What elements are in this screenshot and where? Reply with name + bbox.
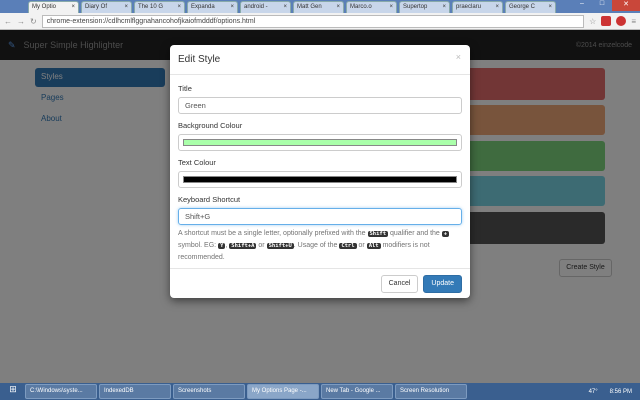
browser-tab[interactable]: Supertop ×: [399, 1, 450, 13]
background-colour-label: Background Colour: [178, 121, 243, 130]
cancel-button[interactable]: Cancel: [380, 274, 419, 293]
close-icon[interactable]: ×: [283, 4, 287, 11]
background-colour-input[interactable]: [178, 134, 462, 151]
close-window-icon[interactable]: ✕: [612, 0, 640, 11]
keyboard-shortcut-label: Keyboard Shortcut: [178, 195, 241, 204]
tab-label: Supertop: [403, 4, 428, 10]
address-bar-row: ← → ↻ chrome-extension://cdlhcmlflggnahanc…: [0, 13, 640, 30]
tab-label: Diary Of: [85, 4, 108, 10]
taskbar-item[interactable]: My Options Page -...: [247, 384, 319, 399]
extension-icon[interactable]: [601, 16, 612, 26]
taskbar-item[interactable]: Screenshots: [173, 384, 245, 399]
title-label: Title: [178, 84, 192, 93]
tab-label: praeclaru: [456, 4, 482, 10]
browser-tab[interactable]: praeclaru ×: [452, 1, 503, 13]
reload-icon[interactable]: ↻: [30, 17, 37, 26]
browser-tab[interactable]: android - ×: [240, 1, 291, 13]
browser-tab[interactable]: Marco.o ×: [346, 1, 397, 13]
background-colour-swatch: [183, 139, 457, 146]
close-icon[interactable]: ×: [389, 4, 393, 11]
close-icon[interactable]: ×: [336, 4, 340, 11]
close-icon[interactable]: ×: [230, 4, 234, 11]
text-colour-label: Text Colour: [178, 158, 216, 167]
minimize-icon[interactable]: –: [572, 0, 592, 11]
modal-title: Edit Style: [178, 54, 221, 65]
menu-icon[interactable]: ≡: [631, 17, 636, 26]
taskbar-item[interactable]: New Tab - Google ...: [321, 384, 393, 399]
update-button[interactable]: Update: [423, 274, 462, 293]
keyboard-shortcut-input[interactable]: Shift+G: [178, 208, 462, 225]
adblock-icon[interactable]: [616, 16, 627, 26]
close-icon[interactable]: ×: [177, 4, 181, 11]
title-input[interactable]: Green: [178, 97, 462, 114]
taskbar: ⊞ C:\Windows\syste... IndexedDB Screensh…: [0, 383, 640, 400]
clock[interactable]: 8:56 PM: [610, 389, 640, 395]
browser-tab[interactable]: Diary Of ×: [81, 1, 132, 13]
close-icon[interactable]: ×: [456, 52, 461, 62]
maximize-icon[interactable]: □: [592, 0, 612, 11]
close-icon[interactable]: ×: [71, 4, 75, 11]
url-input[interactable]: chrome-extension://cdlhcmlflggnahancohof…: [41, 14, 585, 28]
taskbar-item[interactable]: Screen Resolution: [395, 384, 467, 399]
star-icon[interactable]: ☆: [589, 17, 596, 26]
close-icon[interactable]: ×: [124, 4, 128, 11]
tab-label: My Optio: [32, 4, 57, 10]
tab-strip: My Optio × Diary Of × The 10 G × Expanda × a…: [0, 0, 640, 13]
close-icon[interactable]: ×: [495, 4, 499, 11]
text-colour-input[interactable]: [178, 171, 462, 188]
forward-icon[interactable]: →: [17, 17, 25, 26]
tab-label: Matt Gen: [297, 4, 322, 10]
browser-tab[interactable]: Matt Gen ×: [293, 1, 344, 13]
edit-style-modal: Edit Style × Title Green Background Colou…: [170, 45, 470, 298]
shortcut-help-text: A shortcut must be a single letter, opti…: [178, 230, 450, 261]
browser-tab[interactable]: The 10 G ×: [134, 1, 185, 13]
text-colour-swatch: [183, 176, 457, 183]
close-icon[interactable]: ×: [548, 4, 552, 11]
taskbar-item[interactable]: C:\Windows\syste...: [25, 384, 97, 399]
tab-label: The 10 G: [138, 4, 164, 10]
tab-label: Expanda: [191, 4, 215, 10]
taskbar-item[interactable]: IndexedDB: [99, 384, 171, 399]
back-icon[interactable]: ←: [4, 17, 12, 26]
weather-temp: 47°: [588, 388, 598, 395]
close-icon[interactable]: ×: [442, 4, 446, 11]
tab-label: android -: [244, 4, 268, 10]
browser-tab[interactable]: George C ×: [505, 1, 556, 13]
browser-tab[interactable]: Expanda ×: [187, 1, 238, 13]
windows-start-icon[interactable]: ⊞: [3, 384, 23, 399]
tab-label: Marco.o: [350, 4, 372, 10]
browser-tab[interactable]: My Optio ×: [28, 1, 79, 13]
tab-label: George C: [509, 4, 536, 10]
window-controls: – □ ✕: [572, 0, 640, 11]
